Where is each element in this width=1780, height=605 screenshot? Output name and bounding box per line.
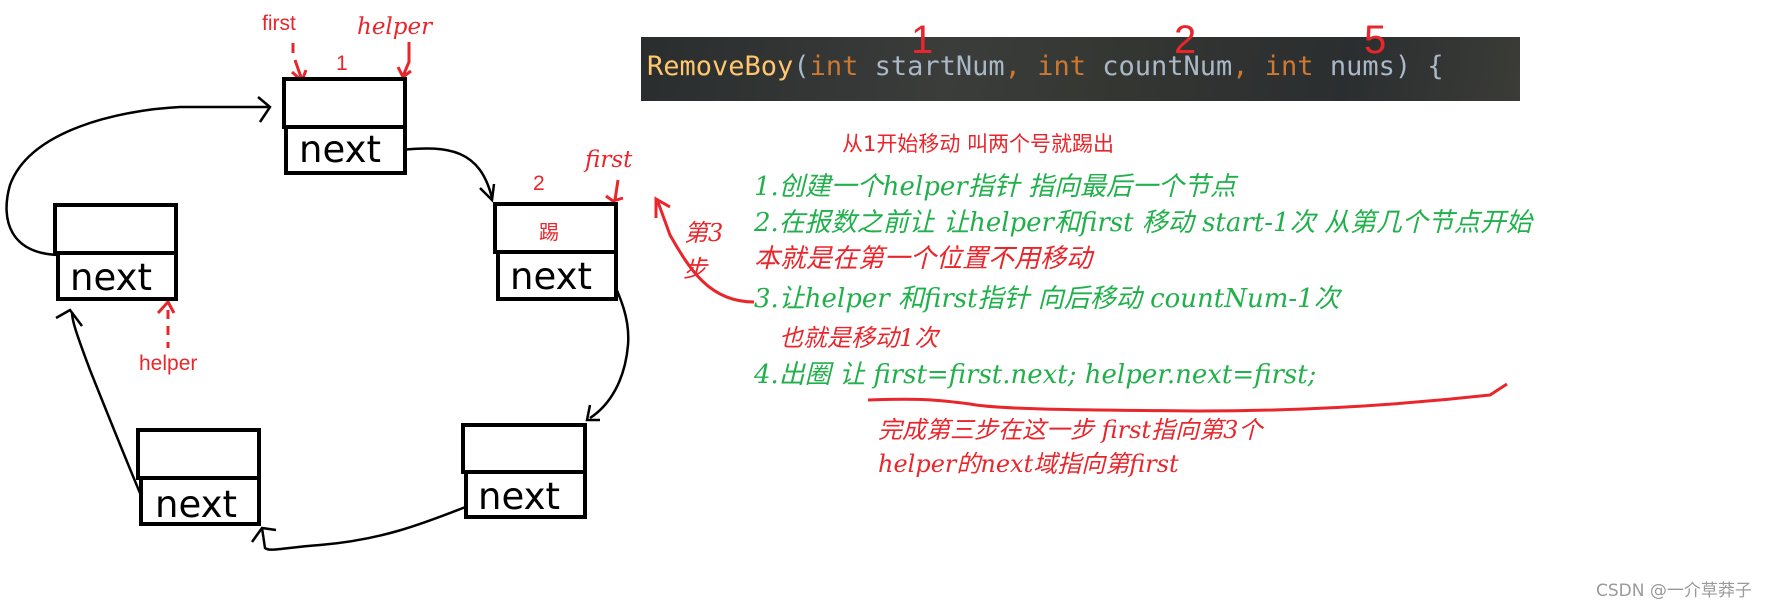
conclusion-line-2: helper的next域指向第first [878,450,1179,478]
code-signature: RemoveBoy(int startNum, int countNum, in… [647,51,1444,82]
node-4-next-box: next [139,476,261,526]
conclusion-line-1: 完成第三步在这一步 first指向第3个 [878,416,1263,444]
code-keyword-int-2: int [1037,51,1086,82]
node-5-next-box: next [464,470,587,519]
code-param-countnum: countNum [1085,51,1233,82]
node-2-kick-label: 踢 [539,220,559,244]
link-node1-to-node2 [399,147,494,199]
csdn-watermark: CSDN @一介草莽子 [1596,581,1752,601]
code-close: ) { [1394,51,1444,82]
node-1-number: 1 [336,52,348,75]
step3-label-line1: 第3 [684,219,724,247]
node-2-next-box: next [496,250,618,301]
code-function-name: RemoveBoy [647,51,794,82]
code-comma-2: , [1232,51,1265,82]
notes-headline: 从1开始移动 叫两个号就踢出 [842,132,1115,156]
helper-pointer-label-top: helper [357,14,433,40]
arrowhead-node1 [257,96,272,123]
node-2-number: 2 [533,172,545,195]
node-2-data-box: 踢 [493,202,618,254]
first-pointer-label-top: first [262,12,296,35]
helper-pointer-label-left: helper [139,352,198,375]
code-signature-bar: RemoveBoy(int startNum, int countNum, in… [641,37,1520,101]
node-5-next-label: next [478,475,560,518]
step-3: 3.让helper 和first指针 向后移动 countNum-1次 [754,284,1340,314]
helper-pointer-arrow [401,42,411,77]
code-keyword-int-1: int [809,51,859,82]
helper-left-arrowhead [156,299,176,315]
step-4: 4.出圈 让 first=first.next; helper.next=fir… [754,360,1317,390]
step3-label-line2: 步 [683,255,707,283]
node-2-next-label: next [510,255,592,298]
annotation-startnum-value: 1 [911,18,934,62]
step-2: 2.在报数之前让 让helper和first 移动 start-1次 从第几个节… [754,208,1532,238]
code-comma-1: , [1004,51,1038,82]
step-2-note: 本就是在第一个位置不用移动 [754,244,1093,274]
node-4-next-label: next [155,483,237,526]
first-pointer-label-node2: first [585,147,633,173]
first-node2-arrow [613,179,620,201]
annotation-nums-value: 5 [1364,18,1387,62]
annotation-countnum-value: 2 [1174,18,1197,62]
link-node4-to-left [70,311,150,513]
step-3-note: 也就是移动1次 [779,324,939,352]
node-3-next-label: next [70,256,152,299]
step-1: 1.创建一个helper指针 指向最后一个节点 [754,172,1236,202]
node-4-data-box [136,428,261,480]
node-1-next-label: next [299,128,381,171]
node-5-data-box [461,423,587,474]
node-3-next-box: next [56,251,178,301]
node-1-next-box: next [284,125,407,175]
node-1-data-box [282,77,407,129]
code-open-paren: ( [793,51,810,82]
link-node5-to-node4 [260,504,469,551]
arrowhead-node2 [479,183,496,203]
code-keyword-int-3: int [1264,51,1314,82]
node-3-data-box [53,203,178,255]
arrowhead-left [55,308,83,327]
